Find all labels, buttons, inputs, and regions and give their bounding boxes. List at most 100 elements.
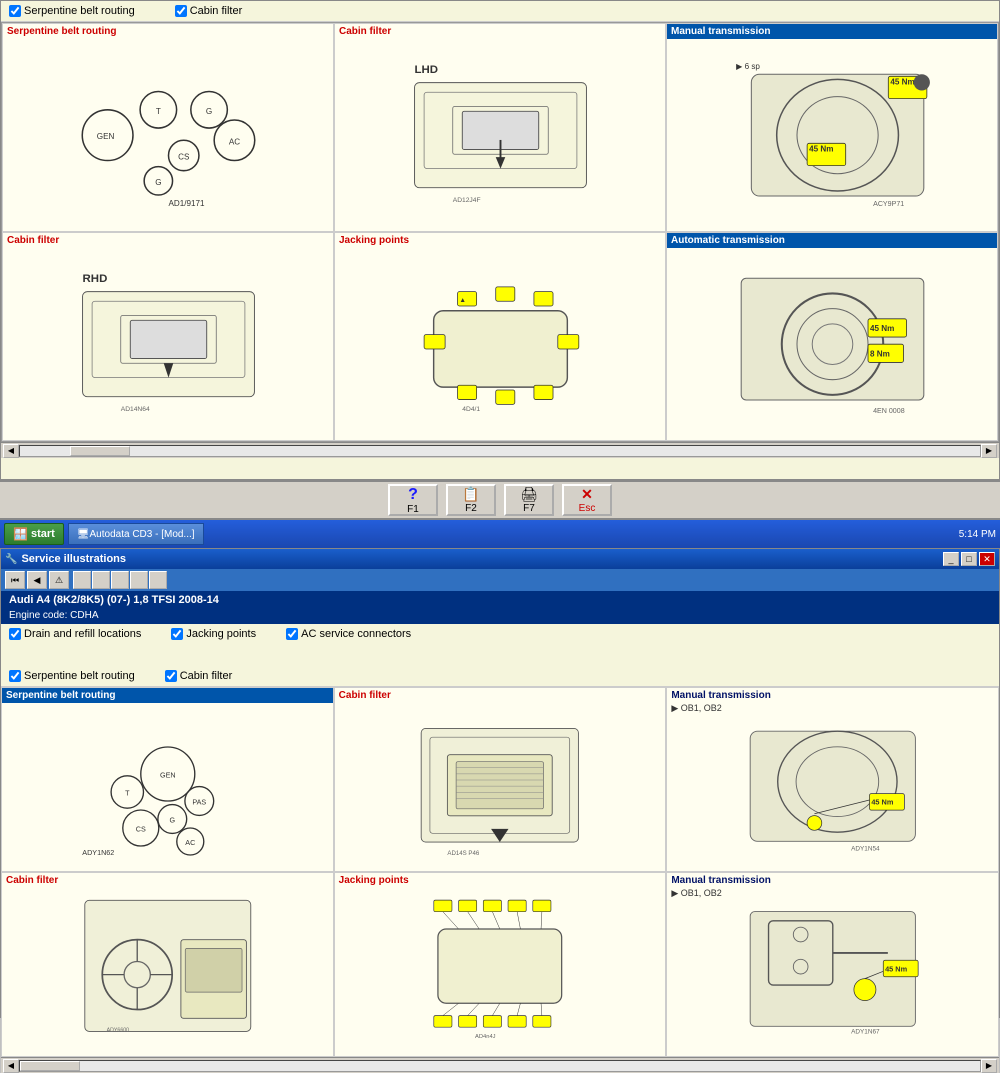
app-controls: _ □ ✕	[943, 552, 995, 566]
cb-serpentine-bottom[interactable]: Serpentine belt routing	[9, 670, 135, 682]
toolbar-btn-2[interactable]	[92, 571, 110, 589]
svg-text:T: T	[155, 107, 160, 116]
svg-text:ADY1N67: ADY1N67	[851, 1028, 880, 1035]
cell-title-manual: Manual transmission	[667, 24, 997, 39]
f7-button[interactable]: 🖨 F7	[504, 484, 554, 516]
minimize-button[interactable]: _	[943, 552, 959, 566]
bottom-title-manual2: Manual transmission	[667, 873, 998, 888]
svg-text:AC: AC	[228, 138, 239, 147]
svg-text:GEN: GEN	[160, 771, 176, 780]
app-icon: 🔧	[5, 554, 17, 565]
top-window: Serpentine belt routing Cabin filter Ser…	[0, 0, 1000, 480]
start-button[interactable]: 🪟 start	[4, 523, 64, 545]
scroll-track[interactable]	[19, 445, 981, 457]
cabin-lhd-svg: LHD AD12J4F	[352, 54, 649, 216]
toolbar-btn-1[interactable]	[73, 571, 91, 589]
jacking-svg: ▲ 4D4/1	[352, 263, 649, 425]
bottom-scroll-thumb[interactable]	[20, 1061, 80, 1071]
serpentine-svg: GEN T G AC CS G AD1/9171	[20, 54, 317, 216]
app-titlebar: 🔧 Service illustrations _ □ ✕	[1, 549, 999, 569]
svg-text:G: G	[155, 178, 161, 187]
taskbar-autodata-item[interactable]: 🖥 Autodata CD3 - [Mod...]	[68, 523, 204, 545]
bottom-title-serpentine: Serpentine belt routing	[2, 688, 333, 703]
cell-content-cabin-rhd: RHD AD14N64	[3, 233, 333, 440]
svg-text:45 Nm: 45 Nm	[871, 797, 893, 806]
clock: 5:14 PM	[959, 529, 996, 540]
auto-trans-svg: 45 Nm 8 Nm 4EN 0008	[684, 263, 981, 425]
svg-text:GEN: GEN	[96, 133, 114, 142]
svg-text:ACY9P71: ACY9P71	[873, 201, 904, 209]
nav-warn-btn[interactable]: ⚠	[49, 571, 69, 589]
checkbox-cabin-filter-top[interactable]: Cabin filter	[175, 5, 243, 17]
bottom-cell-serpentine: Serpentine belt routing GEN T CS G PAS A…	[1, 687, 334, 872]
f1-label: F1	[407, 504, 419, 515]
top-cell-manual-trans: Manual transmission ▶ 6 sp 45 Nm 45 Nm A…	[666, 23, 998, 232]
svg-text:AC: AC	[185, 838, 195, 847]
top-scrollbar[interactable]: ◀ ▶	[1, 442, 999, 458]
bottom-content-cabin1: AD14S P46	[335, 703, 666, 868]
svg-text:AD4n4J: AD4n4J	[475, 1034, 496, 1040]
checkbox-serpentine-belt[interactable]: Serpentine belt routing	[9, 5, 135, 17]
svg-text:PAS: PAS	[192, 798, 206, 807]
cb-drain-refill[interactable]: Drain and refill locations	[9, 628, 141, 640]
scroll-left-btn[interactable]: ◀	[3, 444, 19, 458]
svg-text:CS: CS	[178, 153, 190, 162]
esc-label: Esc	[579, 503, 596, 514]
top-cell-cabin-lhd: Cabin filter LHD AD12J4F	[334, 23, 666, 232]
svg-text:ADY1N54: ADY1N54	[851, 845, 880, 852]
taskbar-app-label: Autodata CD3 - [Mod...]	[90, 529, 195, 540]
svg-text:AD12J4F: AD12J4F	[452, 197, 480, 204]
svg-text:45 Nm: 45 Nm	[885, 964, 907, 973]
top-checkboxes-bar: Serpentine belt routing Cabin filter	[1, 1, 999, 22]
close-button[interactable]: ✕	[979, 552, 995, 566]
esc-button[interactable]: ✕ Esc	[562, 484, 612, 516]
svg-text:ADY1N62: ADY1N62	[82, 848, 114, 857]
f2-button[interactable]: 📋 F2	[446, 484, 496, 516]
bottom-cabin2-svg: ADY6600	[19, 896, 317, 1045]
nav-prev-btn[interactable]: ◀	[27, 571, 47, 589]
svg-text:T: T	[125, 789, 130, 798]
bottom-scroll-right[interactable]: ▶	[981, 1059, 997, 1073]
toolbar-btn-4[interactable]	[130, 571, 148, 589]
bottom-scroll-left[interactable]: ◀	[3, 1059, 19, 1073]
esc-icon: ✕	[581, 486, 593, 503]
cb-cabin-bottom[interactable]: Cabin filter	[165, 670, 233, 682]
manual-trans-svg: ▶ 6 sp 45 Nm 45 Nm ACY9P71	[684, 54, 981, 216]
svg-text:AD14N64: AD14N64	[120, 406, 149, 413]
maximize-button[interactable]: □	[961, 552, 977, 566]
svg-text:▲: ▲	[459, 297, 466, 304]
scroll-thumb[interactable]	[70, 446, 130, 456]
top-cell-jacking: Jacking points ▲ 4D4/1	[334, 232, 666, 441]
cb-jacking-bottom[interactable]: Jacking points	[171, 628, 256, 640]
bottom-cell-manual2: Manual transmission ▶ OB1, OB2 45 Nm	[666, 872, 999, 1057]
cell-title-jacking: Jacking points	[335, 233, 665, 248]
toolbar-icon-group	[73, 571, 167, 589]
cell-content-serpentine: GEN T G AC CS G AD1/9171	[3, 24, 333, 231]
cell-title-serpentine: Serpentine belt routing	[3, 24, 333, 39]
toolbar-btn-3[interactable]	[111, 571, 129, 589]
cb-ac-service[interactable]: AC service connectors	[286, 628, 411, 640]
bottom-scrollbar[interactable]: ◀ ▶	[1, 1057, 999, 1073]
f1-icon: ?	[408, 486, 418, 504]
cell-title-cabin-rhd: Cabin filter	[3, 233, 333, 248]
bottom-jacking-svg: AD4n4J	[351, 896, 649, 1045]
bottom-content-cabin2: ADY6600	[2, 888, 333, 1053]
scroll-right-btn[interactable]: ▶	[981, 444, 997, 458]
nav-first-btn[interactable]: ⏮	[5, 571, 25, 589]
bottom-diagram-grid: Serpentine belt routing GEN T CS G PAS A…	[1, 687, 999, 1057]
cell-content-auto: 45 Nm 8 Nm 4EN 0008	[667, 233, 997, 440]
f2-icon: 📋	[462, 486, 479, 503]
bottom-manual2-svg: 45 Nm ADY1N67	[684, 907, 982, 1045]
svg-text:G: G	[169, 816, 175, 825]
svg-text:CS: CS	[135, 825, 145, 834]
top-diagram-grid: Serpentine belt routing GEN T G AC CS G	[1, 22, 999, 442]
cell-content-jacking: ▲ 4D4/1	[335, 233, 665, 440]
f1-button[interactable]: ? F1	[388, 484, 438, 516]
taskbar-right: 5:14 PM	[959, 529, 996, 540]
bottom-subtitle-manual1: ▶ OB1, OB2	[667, 703, 998, 714]
toolbar-btn-5[interactable]	[149, 571, 167, 589]
bottom-title-jacking: Jacking points	[335, 873, 666, 888]
bottom-scroll-track[interactable]	[19, 1060, 981, 1072]
bottom-cabin1-svg: AD14S P46	[351, 711, 649, 860]
app-toolbar: ⏮ ◀ ⚠	[1, 569, 999, 591]
